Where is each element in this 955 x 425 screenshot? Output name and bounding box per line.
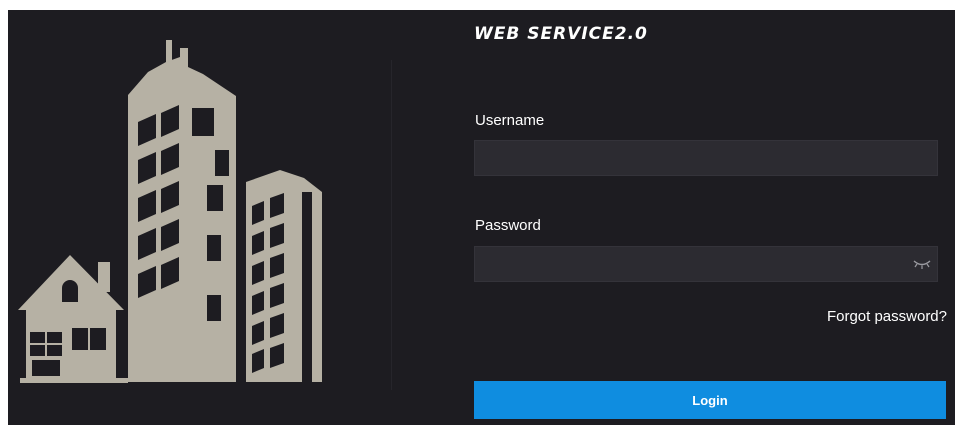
username-field[interactable]	[474, 140, 938, 176]
password-field[interactable]	[474, 246, 938, 282]
buildings-illustration	[18, 40, 322, 383]
eye-closed-icon[interactable]	[913, 258, 931, 270]
username-label: Username	[475, 112, 545, 129]
panel-divider	[391, 60, 392, 390]
login-button[interactable]: Login	[474, 381, 946, 419]
password-label: Password	[475, 217, 541, 234]
forgot-password-link[interactable]: Forgot password?	[827, 308, 947, 325]
app-title: WEB SERVICE2.0	[474, 24, 648, 44]
